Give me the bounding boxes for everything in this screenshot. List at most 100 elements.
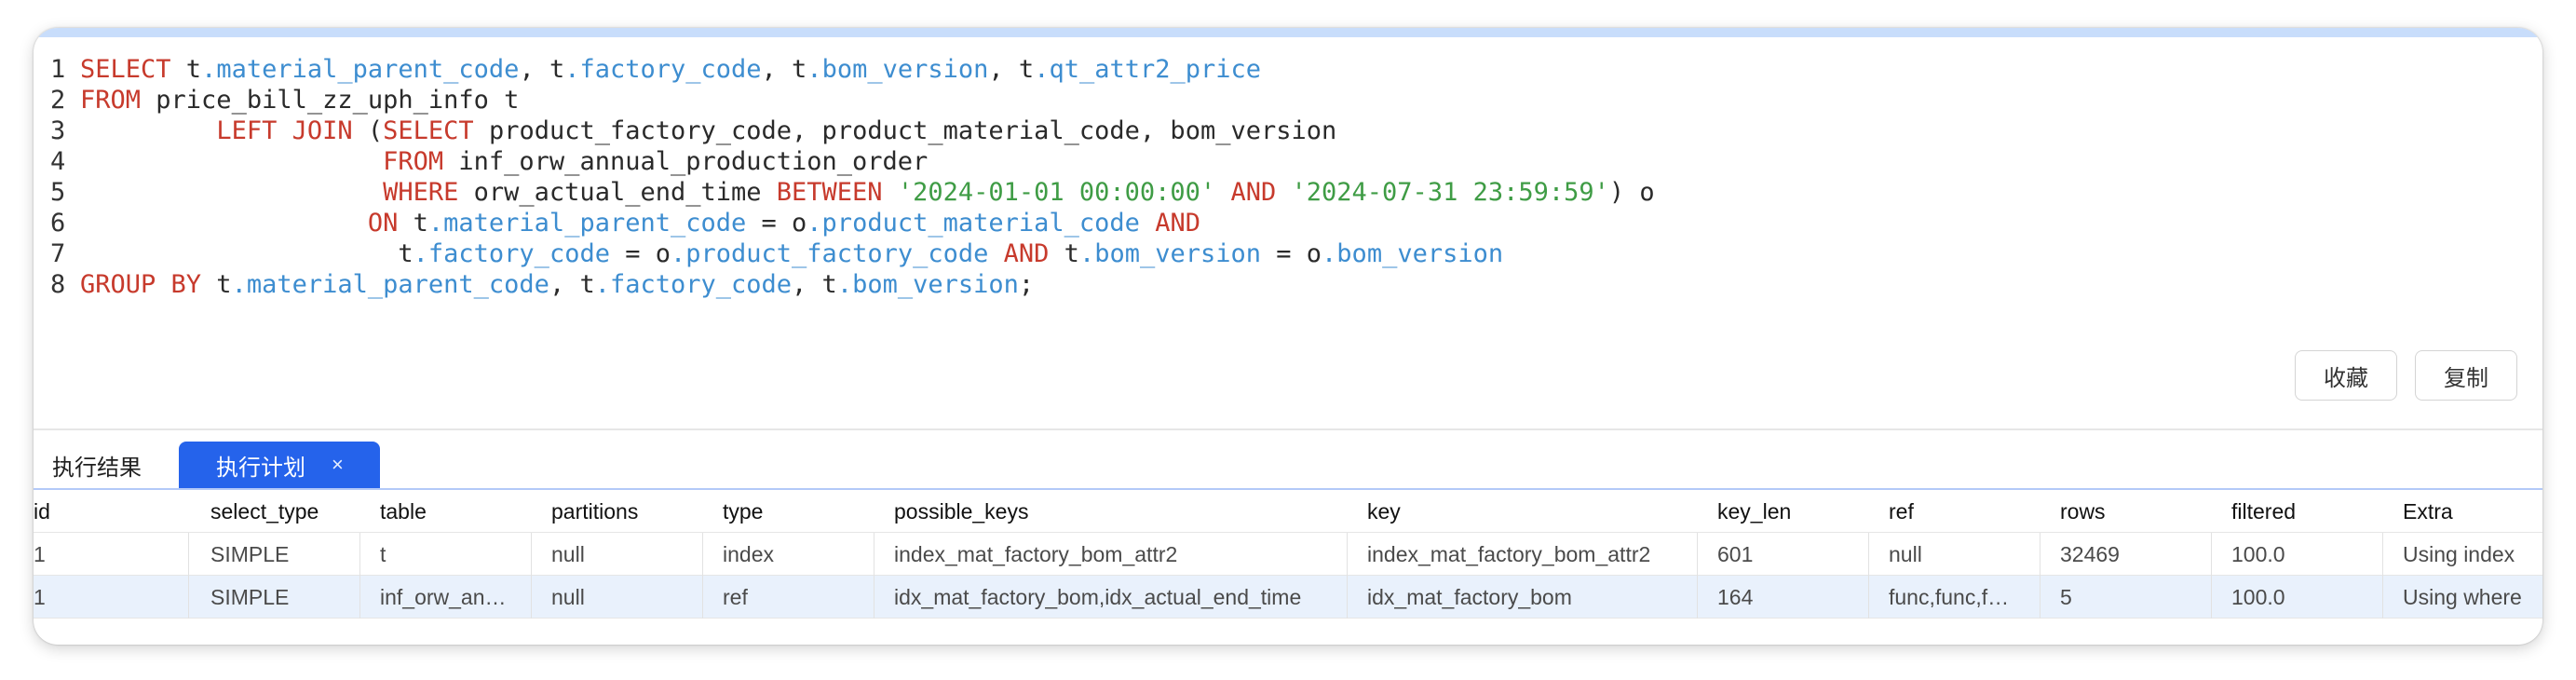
code-text: SELECT t.material_parent_code, t.factory… — [80, 54, 1261, 85]
cell-rows: 5 — [2060, 585, 2072, 609]
cell-partitions: null — [551, 585, 585, 609]
tab-execution-result-label: 执行结果 — [52, 455, 142, 481]
cell-select-type: SIMPLE — [210, 542, 290, 566]
column-header-extra: Extra — [2403, 499, 2453, 524]
table-row: 1 SIMPLE t null index index_mat_factory_bom_a… — [34, 533, 2542, 576]
line-number: 8 — [50, 270, 66, 299]
column-divider — [1697, 533, 1698, 576]
line-number: 7 — [50, 239, 66, 268]
cell-key-len: 601 — [1717, 542, 1754, 566]
code-line: 4 FROM inf_orw_annual_production_order — [34, 146, 2542, 177]
line-number: 1 — [50, 55, 66, 84]
column-divider — [1347, 576, 1348, 619]
column-header-key: key — [1367, 499, 1401, 524]
sql-text: ) o — [1608, 178, 1655, 207]
column-header-select-type: select_type — [210, 499, 319, 524]
close-icon[interactable]: × — [332, 453, 344, 477]
code-line: 1 SELECT t.material_parent_code, t.factor… — [34, 54, 2542, 85]
sql-text: t — [398, 209, 428, 238]
sql-field: .factory_code — [594, 270, 793, 299]
sql-editor[interactable]: 1 SELECT t.material_parent_code, t.factor… — [34, 54, 2542, 333]
sql-field: .product_factory_code — [671, 239, 989, 268]
column-divider — [2382, 533, 2383, 576]
sql-text: , t — [549, 270, 595, 299]
sql-text: ; — [1018, 270, 1035, 299]
sql-text: = o — [746, 209, 807, 238]
cell-key: index_mat_factory_bom_attr2 — [1367, 542, 1651, 566]
result-tabs: 执行结果 执行计划 × — [34, 442, 2542, 488]
cell-select-type: SIMPLE — [210, 585, 290, 609]
column-divider — [1868, 576, 1869, 619]
code-line: 2 FROM price_bill_zz_uph_info t — [34, 85, 2542, 116]
column-divider — [188, 576, 189, 619]
sql-field: .product_material_code — [807, 209, 1140, 238]
sql-keyword: LEFT JOIN — [216, 116, 353, 145]
sql-text: t — [1049, 239, 1079, 268]
sql-keyword: BETWEEN — [776, 178, 883, 207]
cell-extra: Using index — [2403, 542, 2515, 566]
line-number: 5 — [50, 178, 66, 207]
line-number: 2 — [50, 86, 66, 115]
copy-button[interactable]: 复制 — [2415, 350, 2517, 401]
sql-field: .material_parent_code — [427, 209, 747, 238]
code-line: 7 t.factory_code = o.product_factory_cod… — [34, 238, 2542, 269]
sql-field: .factory_code — [413, 239, 610, 268]
cell-ref: null — [1889, 542, 1922, 566]
favorite-button[interactable]: 收藏 — [2295, 350, 2397, 401]
sql-keyword: FROM — [383, 147, 444, 176]
sql-text: product_factory_code, product_material_c… — [473, 116, 1337, 145]
sql-field: .bom_version — [807, 55, 989, 84]
sql-string: '2024-01-01 00:00:00' — [897, 178, 1216, 207]
sql-text: ( — [352, 116, 384, 145]
column-divider — [702, 533, 703, 576]
sql-field: .material_parent_code — [231, 270, 549, 299]
column-divider — [1697, 576, 1698, 619]
code-text: FROM price_bill_zz_uph_info t — [80, 85, 519, 116]
code-text: GROUP BY t.material_parent_code, t.facto… — [80, 269, 1034, 300]
execution-plan-table: id select_type table partitions type possible… — [34, 490, 2542, 619]
cell-key-len: 164 — [1717, 585, 1754, 609]
sql-keyword: FROM — [80, 86, 142, 115]
sql-text: orw_actual_end_time — [458, 178, 777, 207]
tab-execution-result[interactable]: 执行结果 — [52, 442, 142, 488]
sql-keyword: SELECT — [80, 55, 171, 84]
column-divider — [2382, 576, 2383, 619]
line-number: 6 — [50, 209, 66, 238]
sql-field: .factory_code — [564, 55, 762, 84]
tab-execution-plan[interactable]: 执行计划 × — [179, 442, 380, 488]
column-divider — [359, 533, 360, 576]
column-divider — [1868, 533, 1869, 576]
sql-keyword: ON — [367, 209, 399, 238]
sql-text: price_bill_zz_uph_info t — [141, 86, 520, 115]
sql-field: .bom_version — [1078, 239, 1262, 268]
sql-text: t — [170, 55, 202, 84]
column-header-table: table — [380, 499, 427, 524]
sql-text: , t — [519, 55, 565, 84]
table-row: 1 SIMPLE inf_orw_an… null ref idx_mat_factory… — [34, 576, 2542, 619]
sql-text: , t — [761, 55, 807, 84]
line-number: 3 — [50, 116, 66, 145]
column-divider — [1347, 533, 1348, 576]
sql-text: = o — [1261, 239, 1322, 268]
code-line: 5 WHERE orw_actual_end_time BETWEEN '202… — [34, 177, 2542, 208]
code-text: t.factory_code = o.product_factory_code … — [80, 238, 1503, 269]
table-header-row: id select_type table partitions type possible… — [34, 490, 2542, 533]
column-header-partitions: partitions — [551, 499, 639, 524]
cell-extra: Using where — [2403, 585, 2522, 609]
code-text: ON t.material_parent_code = o.product_ma… — [80, 208, 1200, 238]
sql-text: = o — [609, 239, 671, 268]
column-header-possible-keys: possible_keys — [894, 499, 1029, 524]
cell-filtered: 100.0 — [2231, 585, 2285, 609]
cell-rows: 32469 — [2060, 542, 2120, 566]
cell-possible-keys: index_mat_factory_bom_attr2 — [894, 542, 1178, 566]
sql-keyword: AND — [1230, 178, 1277, 207]
code-line: 6 ON t.material_parent_code = o.product_… — [34, 208, 2542, 238]
cell-key: idx_mat_factory_bom — [1367, 585, 1572, 609]
tab-execution-plan-label: 执行计划 — [216, 455, 305, 481]
column-header-filtered: filtered — [2231, 499, 2297, 524]
cell-id: 1 — [34, 585, 46, 609]
